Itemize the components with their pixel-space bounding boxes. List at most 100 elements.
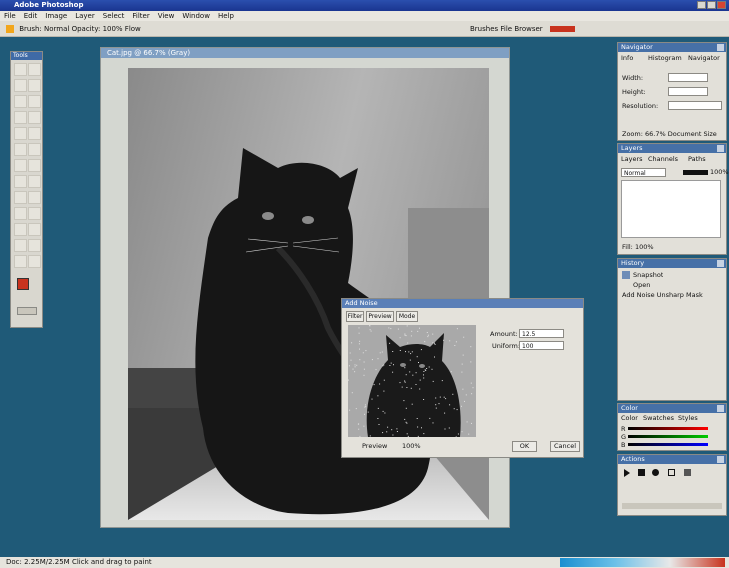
tool-preset-icon[interactable] (6, 25, 14, 33)
channel-r-slider[interactable] (628, 427, 708, 430)
record-icon[interactable] (652, 469, 659, 476)
menu-item[interactable]: Layer (75, 12, 95, 20)
menu-item[interactable]: Edit (24, 12, 38, 20)
color-tab-styles[interactable]: Styles (678, 413, 698, 423)
stop-icon[interactable] (638, 469, 645, 476)
tool-button[interactable] (28, 207, 41, 220)
screen-mode-icon[interactable] (17, 307, 37, 315)
history-item[interactable]: Open (633, 280, 650, 290)
layers-tab-paths[interactable]: Paths (688, 154, 706, 164)
menu-item[interactable]: Image (45, 12, 67, 20)
tool-button[interactable] (28, 63, 41, 76)
history-panel: History Snapshot Open Add Noise Unsharp … (617, 258, 727, 401)
tool-button[interactable] (14, 239, 27, 252)
panel-menu-icon[interactable] (717, 44, 724, 51)
app-title-bar: Adobe Photoshop (0, 0, 729, 11)
tool-button[interactable] (14, 95, 27, 108)
dialog-tab-filter[interactable]: Filter (346, 311, 364, 322)
tool-button[interactable] (14, 207, 27, 220)
menu-item[interactable]: View (158, 12, 175, 20)
color-title-text: Color (621, 404, 638, 412)
tool-button[interactable] (28, 191, 41, 204)
navigator-resolution-label: Resolution: (622, 102, 659, 110)
history-item[interactable]: Snapshot (633, 270, 663, 280)
tool-button[interactable] (28, 127, 41, 140)
menu-item[interactable]: Window (182, 12, 210, 20)
amount-label: Amount: (490, 330, 518, 338)
document-title: Cat.jpg @ 66.7% (Gray) (101, 48, 509, 58)
close-button[interactable] (717, 1, 726, 9)
menu-item[interactable]: Filter (132, 12, 149, 20)
layers-list (621, 180, 721, 238)
navigator-tab-info[interactable]: Info (621, 53, 633, 63)
channel-b-label: B (621, 441, 626, 449)
tool-button[interactable] (14, 79, 27, 92)
navigator-resolution-field[interactable] (668, 101, 722, 110)
tool-button[interactable] (14, 191, 27, 204)
tool-button[interactable] (14, 63, 27, 76)
add-noise-dialog: Add Noise Filter Preview Mode Amount: 12… (341, 298, 584, 458)
tool-button[interactable] (28, 95, 41, 108)
tool-button[interactable] (14, 175, 27, 188)
panel-menu-icon[interactable] (717, 145, 724, 152)
dialog-tab-mode[interactable]: Mode (396, 311, 418, 322)
preview-checkbox-label[interactable]: Preview (362, 441, 387, 451)
tool-button[interactable] (28, 159, 41, 172)
navigator-title: Navigator (618, 43, 726, 52)
panel-menu-icon[interactable] (717, 456, 724, 463)
opacity-slider[interactable] (683, 170, 708, 175)
navigator-width-field[interactable] (668, 73, 708, 82)
blend-mode-select[interactable]: Normal (621, 168, 666, 177)
tool-button[interactable] (28, 111, 41, 124)
navigator-tab-navigator[interactable]: Navigator (688, 53, 720, 63)
maximize-button[interactable] (707, 1, 716, 9)
channel-b-slider[interactable] (628, 443, 708, 446)
panel-menu-icon[interactable] (717, 260, 724, 267)
dialog-preview-image[interactable] (348, 325, 476, 437)
foreground-color-swatch[interactable] (17, 278, 29, 290)
tool-button[interactable] (28, 143, 41, 156)
tool-button[interactable] (14, 255, 27, 268)
amount-field[interactable]: 12.5 (519, 329, 564, 338)
color-tab-color[interactable]: Color (621, 413, 638, 423)
delete-action-icon[interactable] (684, 469, 691, 476)
tool-button[interactable] (14, 223, 27, 236)
layers-tab-layers[interactable]: Layers (621, 154, 643, 164)
palette-well-swatch[interactable] (550, 26, 575, 32)
status-bar: Doc: 2.25M/2.25M Click and drag to paint (0, 557, 729, 568)
actions-scrollbar[interactable] (622, 503, 722, 509)
tool-button[interactable] (14, 143, 27, 156)
new-action-icon[interactable] (668, 469, 675, 476)
color-tab-swatches[interactable]: Swatches (643, 413, 674, 423)
tool-button[interactable] (28, 239, 41, 252)
tool-button[interactable] (28, 175, 41, 188)
channel-g-slider[interactable] (628, 435, 708, 438)
tool-button[interactable] (28, 255, 41, 268)
toolbox-title: Tools (11, 52, 42, 60)
palette-well-label[interactable]: Brushes File Browser (470, 21, 543, 37)
actions-title-text: Actions (621, 455, 645, 463)
play-icon[interactable] (624, 469, 630, 477)
navigator-height-field[interactable] (668, 87, 708, 96)
menu-item[interactable]: Select (103, 12, 125, 20)
menu-item[interactable]: File (4, 12, 16, 20)
dialog-tab-preview[interactable]: Preview (366, 311, 394, 322)
history-title-text: History (621, 259, 645, 267)
distribution-field[interactable]: 100 (519, 341, 564, 350)
tool-button[interactable] (14, 159, 27, 172)
layers-tab-channels[interactable]: Channels (648, 154, 678, 164)
navigator-tab-histogram[interactable]: Histogram (648, 53, 682, 63)
minimize-button[interactable] (697, 1, 706, 9)
options-text: Brush: Normal Opacity: 100% Flow (19, 25, 141, 33)
panel-menu-icon[interactable] (717, 405, 724, 412)
tool-button[interactable] (28, 223, 41, 236)
history-item[interactable]: Add Noise Unsharp Mask (622, 290, 703, 300)
cancel-button[interactable]: Cancel (550, 441, 580, 452)
menu-item[interactable]: Help (218, 12, 234, 20)
ok-button[interactable]: OK (512, 441, 537, 452)
tool-button[interactable] (14, 127, 27, 140)
actions-panel: Actions (617, 454, 727, 516)
tool-button[interactable] (14, 111, 27, 124)
tool-button[interactable] (28, 79, 41, 92)
history-title: History (618, 259, 726, 268)
